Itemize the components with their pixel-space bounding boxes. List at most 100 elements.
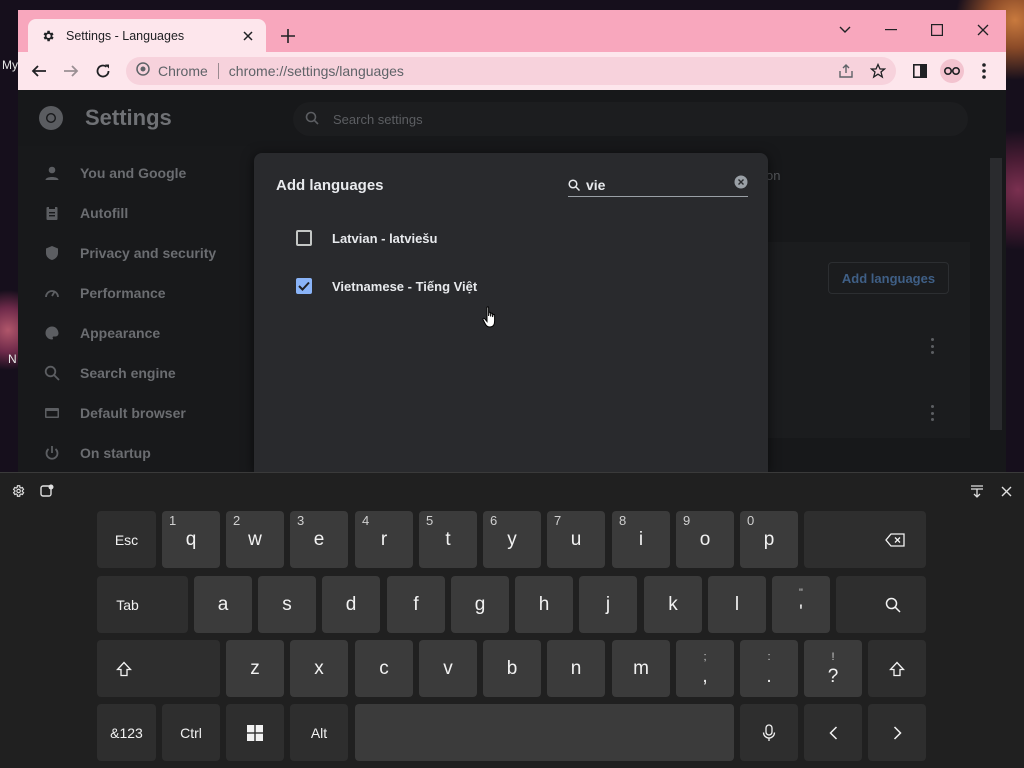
bookmark-star-icon[interactable] xyxy=(866,57,890,85)
back-button[interactable] xyxy=(26,58,52,84)
key-v[interactable]: v xyxy=(419,640,477,697)
sidebar-item-performance[interactable]: Performance xyxy=(18,273,250,313)
key-period[interactable]: :. xyxy=(740,640,798,697)
sidebar-item-label: Appearance xyxy=(80,325,161,341)
browser-window: Settings - Languages Chrome chrome://set… xyxy=(18,10,1006,472)
omnibox-url[interactable]: chrome://settings/languages xyxy=(229,63,404,79)
key-space[interactable] xyxy=(355,704,734,761)
sidebar-item-search-engine[interactable]: Search engine xyxy=(18,353,250,393)
tab-title: Settings - Languages xyxy=(66,28,185,43)
key-w[interactable]: 2w xyxy=(226,511,284,568)
keyboard-dock-icon[interactable] xyxy=(969,483,985,499)
sidebar-item-label: Privacy and security xyxy=(80,245,217,261)
key-esc[interactable]: Esc xyxy=(97,511,156,568)
key-q[interactable]: 1q xyxy=(162,511,220,568)
key-n[interactable]: n xyxy=(547,640,605,697)
key-comma[interactable]: ;, xyxy=(676,640,734,697)
sidebar-item-autofill[interactable]: Autofill xyxy=(18,193,250,233)
key-arrow-right[interactable] xyxy=(868,704,926,761)
key-k[interactable]: k xyxy=(644,576,702,633)
browser-toolbar: Chrome chrome://settings/languages xyxy=(18,52,1006,90)
desktop-icon-label[interactable]: My xyxy=(2,58,18,72)
dialog-title: Add languages xyxy=(276,177,384,194)
sidebar-item-on-startup[interactable]: On startup xyxy=(18,433,250,472)
close-keyboard-icon[interactable] xyxy=(998,483,1014,499)
maximize-button[interactable] xyxy=(917,16,957,44)
key-e[interactable]: 3e xyxy=(290,511,348,568)
key-c[interactable]: c xyxy=(355,640,413,697)
backspace-icon xyxy=(885,532,905,547)
language-checkbox[interactable] xyxy=(296,230,312,246)
key-apostrophe[interactable]: " ' xyxy=(772,576,830,633)
key-question[interactable]: !? xyxy=(804,640,862,697)
tab-search-button[interactable] xyxy=(825,16,865,44)
sidebar-item-you-and-google[interactable]: You and Google xyxy=(18,153,250,193)
sidebar-item-appearance[interactable]: Appearance xyxy=(18,313,250,353)
chrome-icon xyxy=(136,61,150,81)
reload-button[interactable] xyxy=(90,58,116,84)
sidebar-item-privacy-and-security[interactable]: Privacy and security xyxy=(18,233,250,273)
key-h[interactable]: h xyxy=(515,576,573,633)
page-scrollbar[interactable] xyxy=(990,158,1002,430)
minimize-button[interactable] xyxy=(871,16,911,44)
language-checkbox[interactable] xyxy=(296,278,312,294)
key-s[interactable]: s xyxy=(258,576,316,633)
profile-avatar[interactable] xyxy=(939,58,965,84)
gear-icon[interactable] xyxy=(10,483,26,499)
key-u[interactable]: 7u xyxy=(547,511,605,568)
key-o[interactable]: 9o xyxy=(676,511,734,568)
key-j[interactable]: j xyxy=(579,576,637,633)
add-languages-button[interactable]: Add languages xyxy=(828,262,949,294)
key-shift-right[interactable] xyxy=(868,640,926,697)
key-p[interactable]: 0p xyxy=(740,511,798,568)
key-windows[interactable] xyxy=(226,704,284,761)
close-icon[interactable] xyxy=(240,28,256,44)
shift-icon xyxy=(889,661,905,676)
share-icon[interactable] xyxy=(834,57,858,85)
key-symbols[interactable]: &123 xyxy=(97,704,156,761)
tab-settings-languages[interactable]: Settings - Languages xyxy=(28,19,266,52)
language-search-value: vie xyxy=(586,176,606,193)
desktop-icon-label[interactable]: N xyxy=(8,352,17,366)
key-t[interactable]: 5t xyxy=(419,511,477,568)
key-r[interactable]: 4r xyxy=(355,511,413,568)
key-y[interactable]: 6y xyxy=(483,511,541,568)
key-m[interactable]: m xyxy=(612,640,670,697)
key-b[interactable]: b xyxy=(483,640,541,697)
power-icon xyxy=(45,446,59,460)
key-z[interactable]: z xyxy=(226,640,284,697)
address-bar[interactable]: Chrome chrome://settings/languages xyxy=(126,57,896,85)
key-backspace[interactable] xyxy=(804,511,926,568)
language-search-input[interactable]: vie xyxy=(568,173,748,197)
key-tab[interactable]: Tab xyxy=(97,576,188,633)
key-ctrl[interactable]: Ctrl xyxy=(162,704,220,761)
more-actions-icon[interactable] xyxy=(930,338,934,354)
key-search[interactable] xyxy=(836,576,926,633)
forward-button[interactable] xyxy=(58,58,84,84)
key-x[interactable]: x xyxy=(290,640,348,697)
language-option[interactable]: Vietnamese - Tiếng Việt xyxy=(296,274,716,298)
key-i[interactable]: 8i xyxy=(612,511,670,568)
more-actions-icon[interactable] xyxy=(930,405,934,421)
key-alt[interactable]: Alt xyxy=(290,704,348,761)
close-window-button[interactable] xyxy=(963,16,1003,44)
key-f[interactable]: f xyxy=(387,576,445,633)
clear-search-icon[interactable] xyxy=(734,175,748,194)
key-a[interactable]: a xyxy=(194,576,252,633)
emoji-panel-icon[interactable] xyxy=(39,483,55,499)
language-option[interactable]: Latvian - latviešu xyxy=(296,226,716,250)
key-shift-left[interactable] xyxy=(97,640,220,697)
key-g[interactable]: g xyxy=(451,576,509,633)
key-microphone[interactable] xyxy=(740,704,798,761)
side-panel-icon[interactable] xyxy=(907,58,933,84)
search-icon xyxy=(305,111,319,128)
omnibox-divider xyxy=(217,63,219,79)
key-d[interactable]: d xyxy=(322,576,380,633)
new-tab-button[interactable] xyxy=(276,24,300,48)
key-arrow-left[interactable] xyxy=(804,704,862,761)
sidebar-item-label: On startup xyxy=(80,445,151,461)
more-menu-icon[interactable] xyxy=(971,58,997,84)
search-settings-input[interactable]: Search settings xyxy=(293,102,968,136)
sidebar-item-default-browser[interactable]: Default browser xyxy=(18,393,250,433)
key-l[interactable]: l xyxy=(708,576,766,633)
